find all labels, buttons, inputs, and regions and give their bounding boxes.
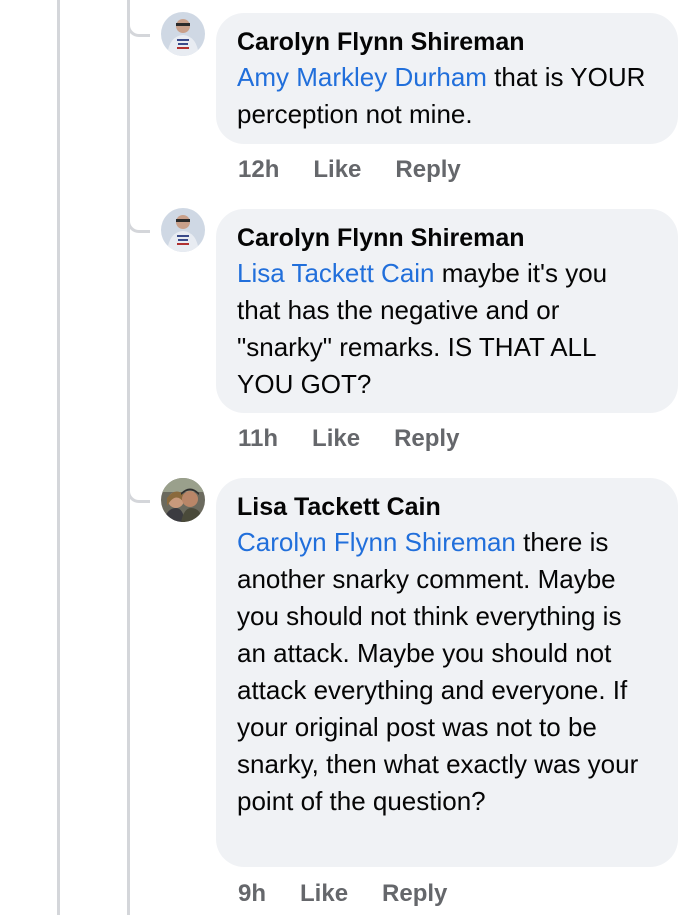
avatar-2024-shirt-icon: [161, 12, 205, 56]
reply-connector: [127, 216, 150, 233]
reply-button[interactable]: Reply: [394, 425, 459, 453]
thread-line-inner: [127, 0, 130, 915]
comment-bubble: Lisa Tackett Cain Carolyn Flynn Shireman…: [216, 478, 678, 867]
like-button[interactable]: Like: [313, 156, 361, 184]
mention-link[interactable]: Carolyn Flynn Shireman: [237, 527, 516, 557]
mention-link[interactable]: Lisa Tackett Cain: [237, 258, 435, 288]
comment-text: Amy Markley Durham that is YOUR percepti…: [237, 59, 656, 133]
like-button[interactable]: Like: [312, 425, 360, 453]
comment-author[interactable]: Carolyn Flynn Shireman: [237, 27, 656, 57]
comment-actions: 9h Like Reply: [238, 880, 447, 908]
comment-actions: 12h Like Reply: [238, 156, 461, 184]
reply-connector: [127, 20, 150, 37]
thread-line-outer: [57, 0, 60, 915]
comment-text: Lisa Tackett Cain maybe it's you that ha…: [237, 255, 656, 403]
like-button[interactable]: Like: [300, 880, 348, 908]
reply-connector: [127, 486, 150, 503]
reply-button[interactable]: Reply: [382, 880, 447, 908]
comment-author[interactable]: Lisa Tackett Cain: [237, 492, 656, 522]
reply-button[interactable]: Reply: [395, 156, 460, 184]
avatar[interactable]: [161, 478, 205, 522]
mention-link[interactable]: Amy Markley Durham: [237, 62, 487, 92]
comment-bubble: Carolyn Flynn Shireman Lisa Tackett Cain…: [216, 209, 678, 413]
comment-timestamp[interactable]: 9h: [238, 880, 266, 908]
avatar-couple-photo-icon: [161, 478, 205, 522]
comment-timestamp[interactable]: 11h: [238, 425, 278, 453]
comment-bubble: Carolyn Flynn Shireman Amy Markley Durha…: [216, 13, 678, 144]
comment-actions: 11h Like Reply: [238, 425, 459, 453]
comment-author[interactable]: Carolyn Flynn Shireman: [237, 223, 656, 253]
comment-timestamp[interactable]: 12h: [238, 156, 279, 184]
comment-body: there is another snarky comment. Maybe y…: [237, 527, 639, 816]
comment-text: Carolyn Flynn Shireman there is another …: [237, 524, 656, 820]
avatar[interactable]: [161, 12, 205, 56]
avatar-2024-shirt-icon: [161, 208, 205, 252]
avatar[interactable]: [161, 208, 205, 252]
